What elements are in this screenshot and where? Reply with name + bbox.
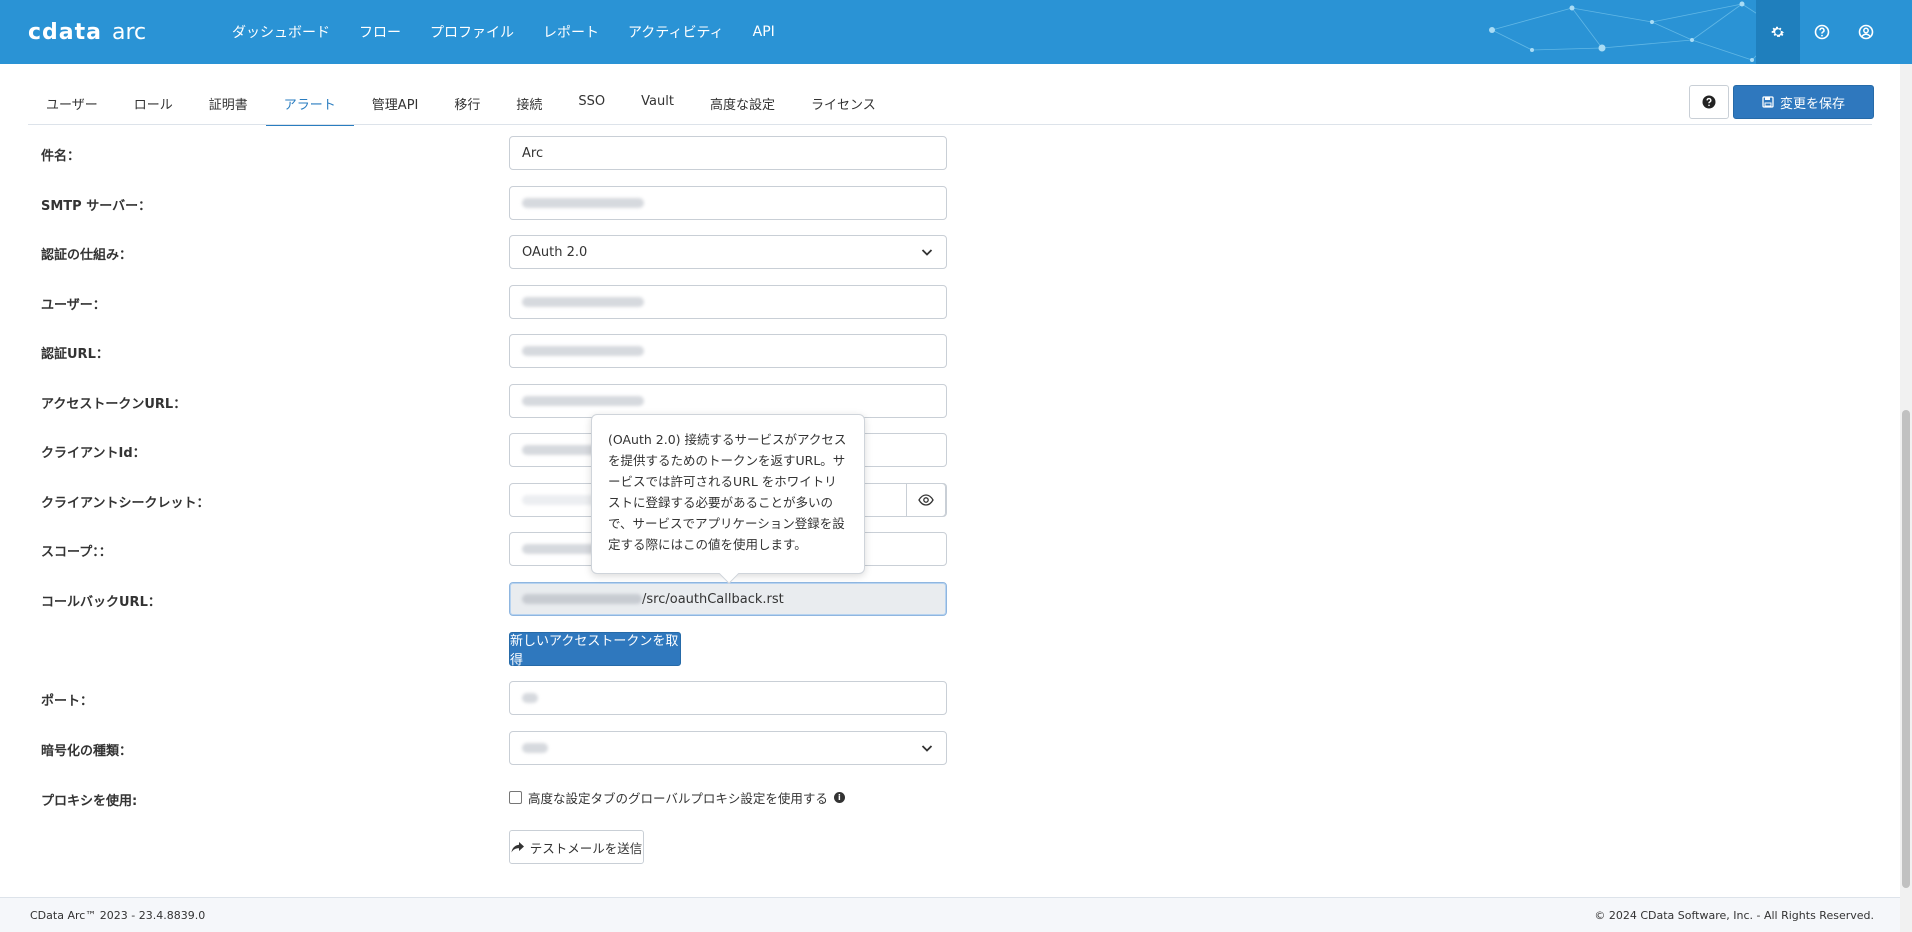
auth-url-input[interactable] [509, 334, 947, 368]
smtp-server-label: SMTP サーバー： [41, 199, 152, 214]
auth-mechanism-value: OAuth 2.0 [522, 244, 588, 260]
encryption-type-select[interactable] [509, 731, 947, 765]
tab-users[interactable]: ユーザー [28, 80, 116, 126]
tab-connections[interactable]: 接続 [498, 80, 560, 126]
access-token-url-input[interactable] [509, 384, 947, 418]
scrollbar-thumb[interactable] [1902, 410, 1910, 888]
redacted-value [522, 495, 602, 505]
redacted-value [522, 693, 538, 703]
redacted-value [522, 396, 644, 406]
callback-url-input[interactable]: /src/oauthCallback.rst [509, 582, 947, 616]
nav-api[interactable]: API [753, 24, 775, 40]
top-bar: cdata arc ダッシュボード フロー プロファイル レポート アクティビテ… [0, 0, 1912, 64]
save-icon [1762, 96, 1774, 108]
share-arrow-icon [511, 841, 524, 852]
encryption-type-label: 暗号化の種類： [41, 744, 133, 759]
auth-mechanism-select[interactable]: OAuth 2.0 [509, 235, 947, 269]
chevron-down-icon [921, 249, 933, 256]
scope-label: スコープ：： [41, 545, 112, 560]
nav-dashboard[interactable]: ダッシュボード [232, 22, 330, 42]
user-label: ユーザー： [41, 298, 106, 313]
use-proxy-option: 高度な設定タブのグローバルプロキシ設定を使用する i [509, 788, 845, 807]
tab-vault[interactable]: Vault [623, 80, 692, 126]
tooltip-arrow [719, 564, 739, 584]
logo-cdata-text: cdata [28, 19, 102, 45]
cdata-arc-logo[interactable]: cdata arc [28, 16, 146, 48]
callback-url-label: コールバックURL： [41, 595, 161, 610]
tab-roles[interactable]: ロール [116, 80, 191, 126]
save-changes-label: 変更を保存 [1779, 96, 1845, 112]
help-circle-icon [1814, 24, 1830, 40]
top-icons [1756, 0, 1888, 64]
user-menu-button[interactable] [1844, 0, 1888, 64]
chevron-down-icon [921, 745, 933, 752]
nav-profile[interactable]: プロファイル [430, 22, 514, 42]
nav-flow[interactable]: フロー [359, 22, 401, 42]
page-help-button[interactable] [1689, 85, 1729, 119]
callback-url-tooltip: (OAuth 2.0) 接続するサービスがアクセスを提供するためのトークンを返す… [591, 414, 865, 584]
subject-input[interactable]: Arc [509, 136, 947, 170]
get-access-token-button[interactable]: 新しいアクセストークンを取得 [509, 632, 681, 668]
redacted-value [522, 198, 644, 208]
gear-icon [1771, 26, 1785, 37]
use-proxy-checkbox[interactable] [509, 791, 522, 804]
user-circle-icon [1858, 24, 1874, 40]
callback-url-suffix: /src/oauthCallback.rst [642, 591, 784, 607]
tab-sso[interactable]: SSO [560, 80, 623, 126]
user-input[interactable] [509, 285, 947, 319]
nav-report[interactable]: レポート [543, 22, 599, 42]
question-icon [1702, 95, 1716, 109]
save-changes-button[interactable]: 変更を保存 [1733, 85, 1874, 119]
tab-divider [28, 124, 1872, 125]
use-proxy-checkbox-label[interactable]: 高度な設定タブのグローバルプロキシ設定を使用する [528, 788, 828, 807]
subject-value: Arc [522, 145, 544, 161]
tab-certificates[interactable]: 証明書 [191, 80, 266, 126]
logo-arc-text: arc [112, 19, 147, 45]
tab-advanced[interactable]: 高度な設定 [692, 80, 793, 126]
tooltip-text: (OAuth 2.0) 接続するサービスがアクセスを提供するためのトークンを返す… [608, 432, 847, 552]
version-text: CData Arc™ 2023 - 23.4.8839.0 [30, 909, 206, 922]
port-label: ポート： [41, 694, 94, 709]
access-token-url-label: アクセストークンURL： [41, 397, 187, 412]
redacted-value [522, 544, 602, 554]
tab-admin-api[interactable]: 管理API [354, 80, 437, 126]
auth-url-label: 認証URL： [41, 347, 109, 362]
redacted-value [522, 594, 642, 604]
redacted-value [522, 743, 548, 753]
copyright-text: © 2024 CData Software, Inc. - All Rights… [1594, 909, 1874, 922]
subject-label: 件名： [41, 149, 81, 164]
settings-button[interactable] [1756, 0, 1800, 64]
settings-tabs: ユーザー ロール 証明書 アラート 管理API 移行 接続 SSO Vault … [28, 80, 894, 126]
eye-icon [918, 494, 934, 506]
tab-alerts[interactable]: アラート [265, 80, 354, 126]
redacted-value [522, 297, 644, 307]
port-input[interactable] [509, 681, 947, 715]
client-id-label: クライアントId： [41, 446, 146, 461]
redacted-value [522, 445, 602, 455]
send-test-email-label: テストメールを送信 [529, 840, 643, 856]
help-button[interactable] [1800, 0, 1844, 64]
use-proxy-label: プロキシを使用: [41, 794, 138, 809]
tab-license[interactable]: ライセンス [793, 80, 894, 126]
redacted-value [522, 346, 644, 356]
smtp-server-input[interactable] [509, 186, 947, 220]
client-secret-label: クライアントシークレット： [41, 496, 210, 511]
main-nav: ダッシュボード フロー プロファイル レポート アクティビティ API [232, 0, 804, 64]
footer: CData Arc™ 2023 - 23.4.8839.0 © 2024 CDa… [0, 898, 1900, 932]
info-icon[interactable]: i [833, 792, 845, 803]
send-test-email-button[interactable]: テストメールを送信 [509, 830, 644, 864]
show-secret-button[interactable] [906, 483, 946, 517]
auth-mechanism-label: 認証の仕組み： [41, 248, 133, 263]
tab-migration[interactable]: 移行 [436, 80, 498, 126]
nav-activity[interactable]: アクティビティ [628, 22, 724, 42]
